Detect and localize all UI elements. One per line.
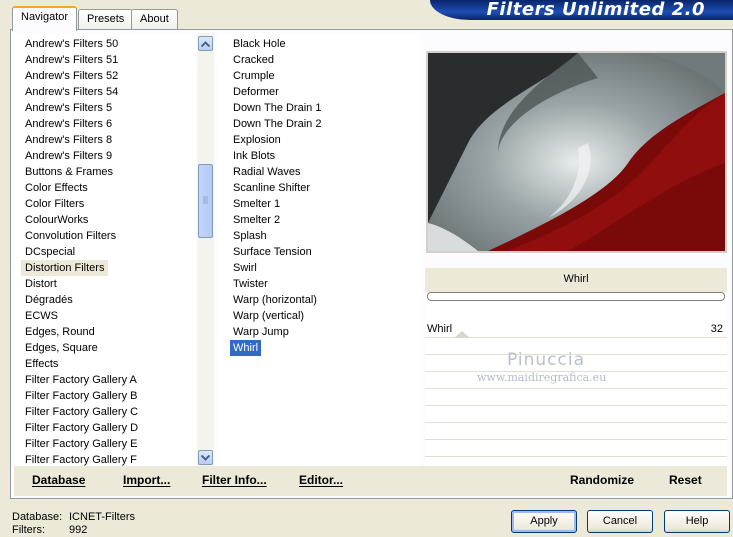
filter-item[interactable]: Twister (230, 276, 271, 292)
filter-item[interactable]: Crumple (230, 68, 278, 84)
category-item[interactable]: ECWS (21, 308, 62, 324)
editor-button[interactable]: Editor... (299, 473, 343, 487)
filter-item[interactable]: Down The Drain 1 (230, 100, 324, 116)
tab-presets[interactable]: Presets (78, 9, 134, 29)
category-item[interactable]: Effects (21, 356, 62, 372)
category-list[interactable]: Andrew's Filters 50 Andrew's Filters 51 An… (14, 33, 202, 466)
chevron-down-icon (201, 454, 210, 461)
category-item[interactable]: Distort (21, 276, 61, 292)
filter-item[interactable]: Down The Drain 2 (230, 116, 324, 132)
apply-button[interactable]: Apply (511, 510, 577, 533)
progress-track (427, 292, 725, 301)
filter-item[interactable]: Black Hole (230, 36, 289, 52)
category-item[interactable]: Buttons & Frames (21, 164, 117, 180)
filter-item[interactable]: Explosion (230, 132, 284, 148)
category-item[interactable]: Edges, Square (21, 340, 102, 356)
help-button[interactable]: Help (664, 510, 730, 533)
import-button[interactable]: Import... (123, 473, 170, 487)
category-item[interactable]: Filter Factory Gallery D (21, 420, 142, 436)
category-item[interactable]: Andrew's Filters 6 (21, 116, 116, 132)
category-item[interactable]: DCspecial (21, 244, 79, 260)
filter-item[interactable]: Smelter 1 (230, 196, 283, 212)
category-item[interactable]: Color Filters (21, 196, 88, 212)
navigator-panel: Andrew's Filters 50 Andrew's Filters 51 An… (10, 29, 733, 499)
slider-handle-icon[interactable] (454, 331, 470, 338)
category-item[interactable]: Dégradés (21, 292, 77, 308)
cancel-button[interactable]: Cancel (587, 510, 653, 533)
filter-item[interactable]: Radial Waves (230, 164, 303, 180)
filter-item[interactable]: Deformer (230, 84, 282, 100)
category-item[interactable]: Filter Factory Gallery B (21, 388, 141, 404)
database-button[interactable]: Database (32, 473, 85, 487)
category-item[interactable]: Andrew's Filters 51 (21, 52, 122, 68)
navigator-toolbar: Database Import... Filter Info... Editor… (14, 466, 727, 496)
banner-title: Filters Unlimited 2.0 (486, 0, 705, 20)
filter-item[interactable]: Scanline Shifter (230, 180, 313, 196)
category-item[interactable]: Filter Factory Gallery E (21, 436, 141, 452)
watermark-name: Pinuccia (507, 350, 585, 370)
filters-count-value: 992 (69, 524, 88, 536)
reset-button[interactable]: Reset (669, 473, 702, 487)
filter-item[interactable]: Whirl (230, 340, 262, 356)
grip-icon (203, 196, 208, 204)
category-item[interactable]: Andrew's Filters 5 (21, 100, 116, 116)
filter-item[interactable]: Surface Tension (230, 244, 315, 260)
filter-item[interactable]: Swirl (230, 260, 260, 276)
filter-item[interactable]: Splash (230, 228, 270, 244)
randomize-button[interactable]: Randomize (570, 473, 634, 487)
database-value: ICNET-Filters (69, 511, 135, 523)
scroll-up-button[interactable] (198, 36, 213, 51)
filter-item[interactable]: Cracked (230, 52, 277, 68)
category-item[interactable]: ColourWorks (21, 212, 92, 228)
filter-info-button[interactable]: Filter Info... (202, 473, 267, 487)
control-row-empty (425, 441, 727, 457)
category-item[interactable]: Filter Factory Gallery A (21, 372, 141, 388)
category-item[interactable]: Andrew's Filters 50 (21, 36, 122, 52)
category-item[interactable]: Andrew's Filters 9 (21, 148, 116, 164)
scroll-thumb[interactable] (198, 164, 213, 238)
filter-item[interactable]: Warp (vertical) (230, 308, 307, 324)
category-scrollbar[interactable] (197, 33, 214, 466)
whirl-slider[interactable]: Whirl 32 (425, 322, 727, 338)
filter-name-label: Whirl (425, 268, 727, 292)
database-label: Database: (12, 511, 63, 523)
control-row-empty (425, 424, 727, 440)
filter-item[interactable]: Warp (horizontal) (230, 292, 320, 308)
filter-item[interactable]: Smelter 2 (230, 212, 283, 228)
filter-list[interactable]: Black Hole Cracked Crumple Deformer Down The… (217, 33, 420, 466)
title-banner: Filters Unlimited 2.0 (430, 0, 733, 20)
category-item[interactable]: Color Effects (21, 180, 92, 196)
preview-image (428, 53, 725, 251)
filter-item[interactable]: Warp Jump (230, 324, 292, 340)
slider-label: Whirl (427, 323, 453, 335)
category-item[interactable]: Filter Factory Gallery C (21, 404, 142, 420)
category-item[interactable]: Andrew's Filters 52 (21, 68, 122, 84)
tab-navigator[interactable]: Navigator (12, 6, 78, 31)
category-item[interactable]: Andrew's Filters 54 (21, 84, 122, 100)
watermark-url: www.maidiregrafica.eu (477, 371, 607, 384)
control-row-empty (425, 390, 727, 406)
filter-item[interactable]: Ink Blots (230, 148, 278, 164)
chevron-up-icon (201, 40, 210, 47)
category-item[interactable]: Andrew's Filters 8 (21, 132, 116, 148)
slider-value: 32 (710, 323, 723, 335)
category-item[interactable]: Convolution Filters (21, 228, 120, 244)
category-item[interactable]: Edges, Round (21, 324, 99, 340)
tab-about[interactable]: About (131, 9, 178, 29)
control-row-empty (425, 407, 727, 423)
filters-count-label: Filters: (12, 524, 45, 536)
scroll-down-button[interactable] (198, 450, 213, 465)
category-item[interactable]: Distortion Filters (21, 260, 109, 276)
